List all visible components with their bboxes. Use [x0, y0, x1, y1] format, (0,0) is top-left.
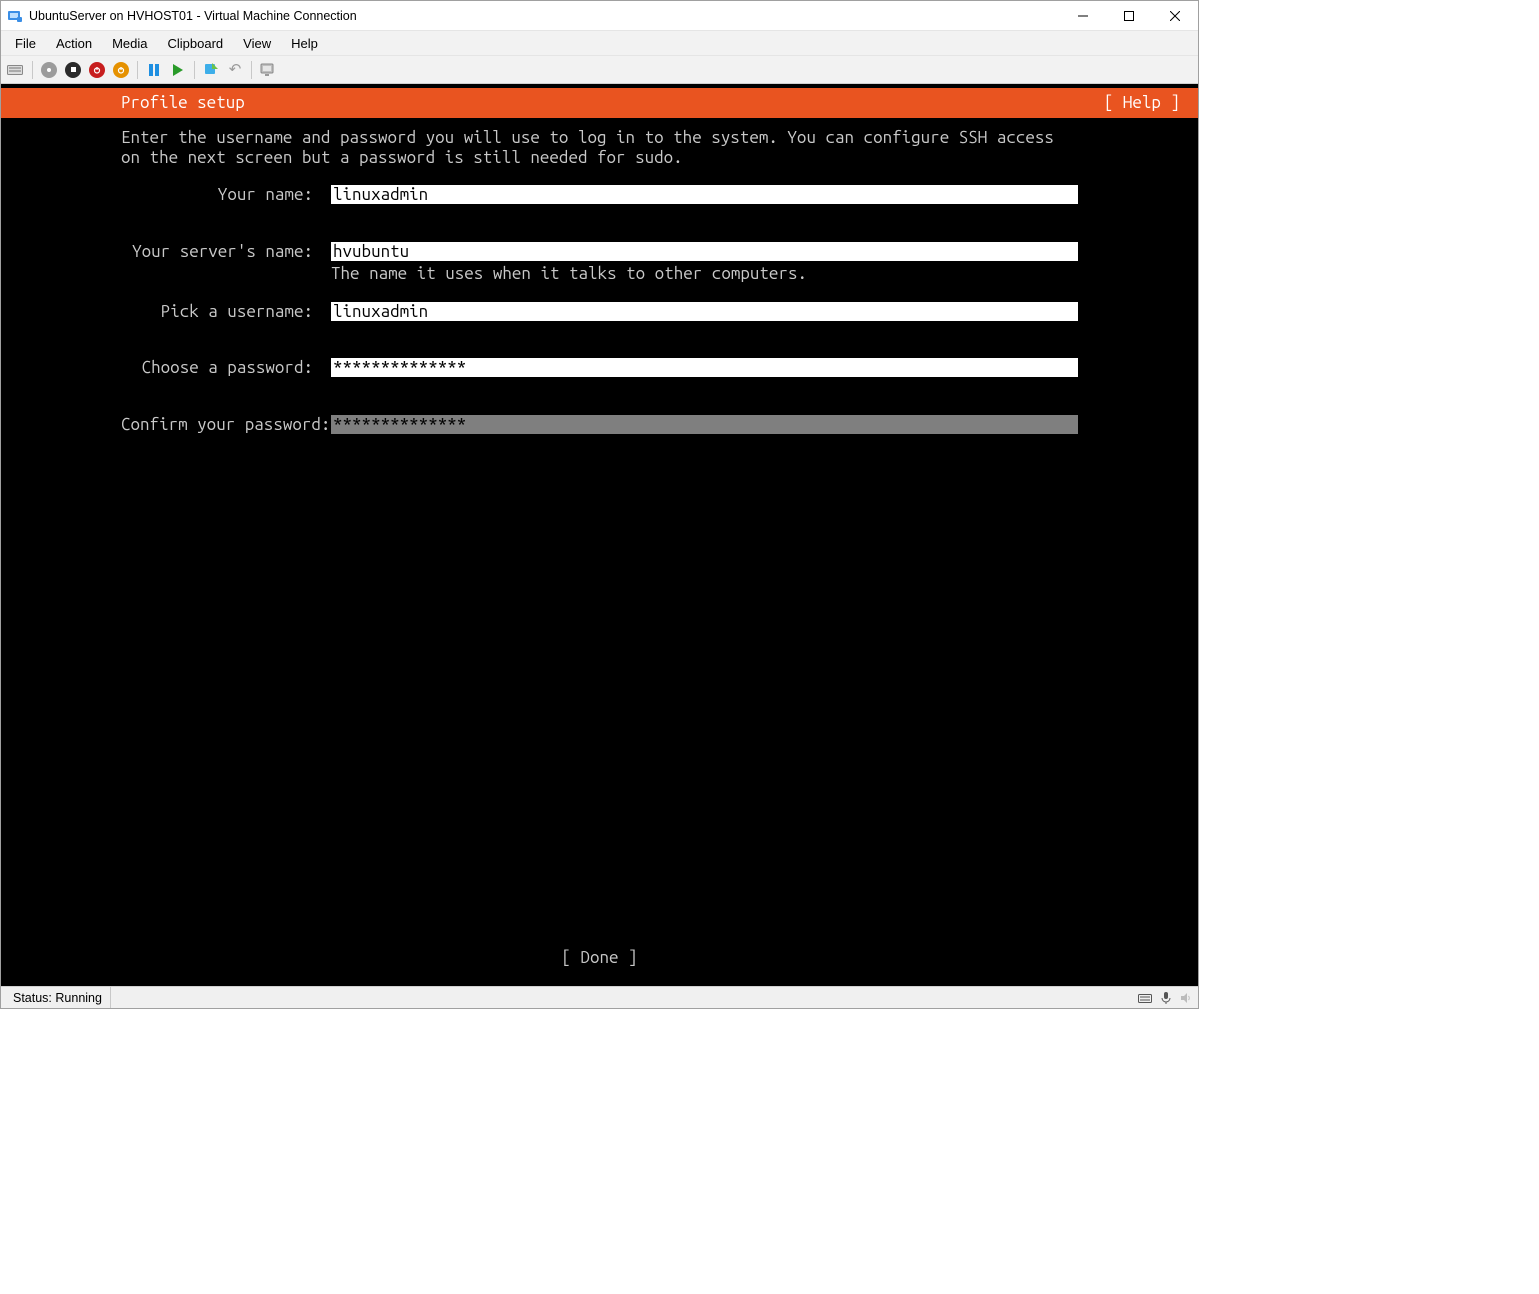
enhanced-session-button[interactable]: [257, 59, 279, 81]
menu-file[interactable]: File: [5, 34, 46, 53]
server-name-label: Your server's name:: [121, 242, 331, 262]
toolbar: ↶: [1, 56, 1198, 84]
done-button[interactable]: [ Done ]: [561, 948, 637, 967]
your-name-input[interactable]: linuxadmin: [331, 185, 1078, 204]
ubuntu-installer: Profile setup [ Help ] Enter the usernam…: [1, 88, 1198, 982]
app-icon: [7, 8, 23, 24]
confirm-password-input[interactable]: **************: [331, 415, 1078, 434]
status-bar: Status: Running: [1, 986, 1198, 1008]
window-titlebar: UbuntuServer on HVHOST01 - Virtual Machi…: [1, 1, 1198, 31]
installer-header: Profile setup [ Help ]: [1, 88, 1198, 118]
toolbar-separator: [32, 61, 33, 79]
turn-off-button[interactable]: [62, 59, 84, 81]
menu-clipboard[interactable]: Clipboard: [158, 34, 234, 53]
password-label: Choose a password:: [121, 358, 331, 378]
installer-description: Enter the username and password you will…: [121, 128, 1078, 167]
server-name-input[interactable]: hvubuntu: [331, 242, 1078, 261]
window-title: UbuntuServer on HVHOST01 - Virtual Machi…: [29, 9, 1060, 23]
shut-down-button[interactable]: [86, 59, 108, 81]
status-text: Status: Running: [5, 987, 111, 1008]
confirm-password-label: Confirm your password:: [121, 415, 331, 435]
toolbar-separator: [137, 61, 138, 79]
menu-help[interactable]: Help: [281, 34, 328, 53]
reset-button[interactable]: [167, 59, 189, 81]
save-button[interactable]: [110, 59, 132, 81]
menu-view[interactable]: View: [233, 34, 281, 53]
your-name-label: Your name:: [121, 185, 331, 205]
vm-display[interactable]: Profile setup [ Help ] Enter the usernam…: [1, 84, 1198, 986]
installer-help-button[interactable]: [ Help ]: [1104, 93, 1180, 113]
start-button[interactable]: [38, 59, 60, 81]
installer-body: Enter the username and password you will…: [1, 118, 1198, 948]
menu-action[interactable]: Action: [46, 34, 102, 53]
close-button[interactable]: [1152, 1, 1198, 30]
toolbar-separator: [251, 61, 252, 79]
toolbar-separator: [194, 61, 195, 79]
menu-media[interactable]: Media: [102, 34, 157, 53]
revert-button[interactable]: ↶: [224, 59, 246, 81]
username-input[interactable]: linuxadmin: [331, 302, 1078, 321]
microphone-status-icon: [1158, 990, 1174, 1006]
keyboard-status-icon: [1138, 990, 1154, 1006]
maximize-button[interactable]: [1106, 1, 1152, 30]
pause-button[interactable]: [143, 59, 165, 81]
speaker-status-icon: [1178, 990, 1194, 1006]
ctrl-alt-del-button[interactable]: [5, 59, 27, 81]
server-name-hint: The name it uses when it talks to other …: [331, 264, 807, 284]
password-input[interactable]: **************: [331, 358, 1078, 377]
username-label: Pick a username:: [121, 302, 331, 322]
installer-footer: [ Done ]: [1, 948, 1198, 982]
undo-icon: ↶: [229, 62, 242, 77]
menu-bar: File Action Media Clipboard View Help: [1, 31, 1198, 56]
checkpoint-button[interactable]: [200, 59, 222, 81]
minimize-button[interactable]: [1060, 1, 1106, 30]
installer-title: Profile setup: [121, 93, 245, 113]
